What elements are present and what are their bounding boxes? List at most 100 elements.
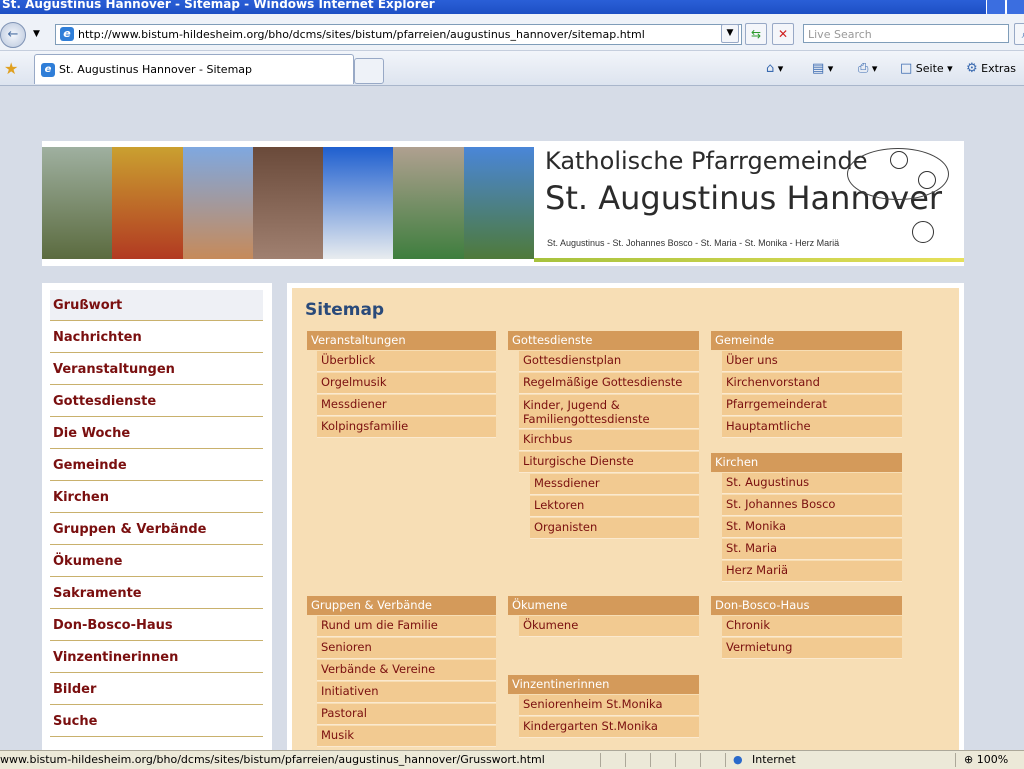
sidebar-item-grusswort[interactable]: Grußwort xyxy=(50,290,263,321)
sitemap-link[interactable]: Überblick xyxy=(317,351,496,372)
page-icon: □ xyxy=(900,61,913,76)
sitemap-link[interactable]: St. Monika xyxy=(722,517,902,538)
sitemap-link[interactable]: Ökumene xyxy=(519,616,699,637)
sitemap-link[interactable]: St. Augustinus xyxy=(722,473,902,494)
banner-photo xyxy=(393,147,464,259)
sitemap-link[interactable]: Messdiener xyxy=(317,395,496,416)
ie-tab-icon: e xyxy=(41,63,55,77)
banner-subtitle: St. Augustinus - St. Johannes Bosco - St… xyxy=(547,238,840,248)
banner-photo xyxy=(323,147,394,259)
sidebar-item-nachrichten[interactable]: Nachrichten xyxy=(50,322,263,353)
internet-zone-label: Internet xyxy=(752,753,796,766)
home-button[interactable]: ⌂ ▾ xyxy=(766,61,783,76)
sidebar-item-gottesdienste[interactable]: Gottesdienste xyxy=(50,386,263,417)
section-header-oekumene[interactable]: Ökumene xyxy=(508,596,699,615)
sitemap-link[interactable]: Musik xyxy=(317,726,496,747)
sidebar-item-veranstaltungen[interactable]: Veranstaltungen xyxy=(50,354,263,385)
sitemap-link[interactable]: Senioren xyxy=(317,638,496,659)
banner-photo xyxy=(42,147,113,259)
favorites-star-icon[interactable]: ★ xyxy=(4,59,18,78)
home-icon: ⌂ xyxy=(766,61,775,76)
search-button[interactable]: ⌕ xyxy=(1014,23,1024,45)
sitemap-link[interactable]: Messdiener xyxy=(530,474,699,495)
status-divider xyxy=(600,753,601,767)
sitemap-link[interactable]: Rund um die Familie xyxy=(317,616,496,637)
sitemap-link[interactable]: Kinder, Jugend & Familiengottesdienste xyxy=(519,395,699,429)
sitemap-link[interactable]: Kolpingsfamilie xyxy=(317,417,496,438)
window-title-bar: St. Augustinus Hannover - Sitemap - Wind… xyxy=(0,0,1024,14)
sitemap-link[interactable]: Pfarrgemeinderat xyxy=(722,395,902,416)
decorative-circle xyxy=(912,221,934,243)
section-header-gemeinde[interactable]: Gemeinde xyxy=(711,331,902,350)
sitemap-link[interactable]: Kirchenvorstand xyxy=(722,373,902,394)
address-url: http://www.bistum-hildesheim.org/bho/dcm… xyxy=(78,28,645,41)
sitemap-link[interactable]: Organisten xyxy=(530,518,699,539)
page-viewport: Katholische Pfarrgemeinde St. Augustinus… xyxy=(0,86,1024,750)
section-header-vinzentinerinnen[interactable]: Vinzentinerinnen xyxy=(508,675,699,694)
sidebar-item-gruppen[interactable]: Gruppen & Verbände xyxy=(50,514,263,545)
sidebar-item-kirchen[interactable]: Kirchen xyxy=(50,482,263,513)
minimize-button[interactable] xyxy=(986,0,1006,14)
sitemap-link[interactable]: Orgelmusik xyxy=(317,373,496,394)
sidebar-nav: Grußwort Nachrichten Veranstaltungen Got… xyxy=(42,283,272,750)
sitemap-link[interactable]: Verbände & Vereine xyxy=(317,660,496,681)
page-menu-label: Seite xyxy=(915,62,944,75)
section-header-don-bosco-haus[interactable]: Don-Bosco-Haus xyxy=(711,596,902,615)
sitemap-link[interactable]: Liturgische Dienste xyxy=(519,452,699,473)
address-dropdown-button[interactable]: ▼ xyxy=(721,24,739,43)
sitemap-link[interactable]: Lektoren xyxy=(530,496,699,517)
maximize-button[interactable] xyxy=(1006,0,1024,14)
sitemap-link[interactable]: Kindergarten St.Monika xyxy=(519,717,699,738)
address-toolbar: ← ▼ e http://www.bistum-hildesheim.org/bh… xyxy=(0,14,1024,51)
sitemap-link[interactable]: St. Maria xyxy=(722,539,902,560)
sitemap-link[interactable]: Gottesdienstplan xyxy=(519,351,699,372)
history-dropdown-icon[interactable]: ▼ xyxy=(33,29,40,39)
print-button[interactable]: ⎙ ▾ xyxy=(858,61,877,76)
tab-title: St. Augustinus Hannover - Sitemap xyxy=(59,63,253,76)
sidebar-item-don-bosco-haus[interactable]: Don-Bosco-Haus xyxy=(50,610,263,641)
status-divider xyxy=(725,753,726,767)
section-header-veranstaltungen[interactable]: Veranstaltungen xyxy=(307,331,496,350)
tools-menu-button[interactable]: ⚙ Extras xyxy=(966,61,1016,76)
status-divider xyxy=(700,753,701,767)
sitemap-link[interactable]: Vermietung xyxy=(722,638,902,659)
new-tab-button[interactable] xyxy=(354,58,384,84)
section-header-gottesdienste[interactable]: Gottesdienste xyxy=(508,331,699,350)
gear-icon: ⚙ xyxy=(966,61,978,76)
feeds-button[interactable]: ▤ ▾ xyxy=(812,61,833,76)
sidebar-item-die-woche[interactable]: Die Woche xyxy=(50,418,263,449)
tab-current[interactable]: e St. Augustinus Hannover - Sitemap xyxy=(34,54,354,84)
sitemap-link[interactable]: Herz Mariä xyxy=(722,561,902,582)
sitemap-link[interactable]: Kirchbus xyxy=(519,430,699,451)
status-divider xyxy=(650,753,651,767)
sitemap-link[interactable]: Pastoral xyxy=(317,704,496,725)
refresh-button[interactable]: ⇆ xyxy=(745,23,767,45)
page-title: Sitemap xyxy=(305,300,385,320)
sidebar-item-vinzentinerinnen[interactable]: Vinzentinerinnen xyxy=(50,642,263,673)
section-header-gruppen[interactable]: Gruppen & Verbände xyxy=(307,596,496,615)
sidebar-item-suche[interactable]: Suche xyxy=(50,706,263,737)
sitemap-link[interactable]: Initiativen xyxy=(317,682,496,703)
decorative-circle xyxy=(918,171,936,189)
banner-photo xyxy=(112,147,183,259)
back-button[interactable]: ← xyxy=(0,22,26,48)
decorative-circle xyxy=(890,151,908,169)
zoom-level[interactable]: ⊕ 100% xyxy=(964,751,1008,768)
sidebar-item-sakramente[interactable]: Sakramente xyxy=(50,578,263,609)
search-input[interactable]: Live Search xyxy=(803,24,1009,43)
sitemap-link[interactable]: Hauptamtliche xyxy=(722,417,902,438)
sitemap-link[interactable]: Chronik xyxy=(722,616,902,637)
sitemap-link[interactable]: Regelmäßige Gottesdienste xyxy=(519,373,699,394)
status-divider xyxy=(955,753,956,767)
sitemap-link[interactable]: Über uns xyxy=(722,351,902,372)
page-menu-button[interactable]: □ Seite ▾ xyxy=(900,61,953,76)
banner-photo xyxy=(463,147,534,259)
sidebar-item-oekumene[interactable]: Ökumene xyxy=(50,546,263,577)
address-field[interactable]: e http://www.bistum-hildesheim.org/bho/dc… xyxy=(55,24,742,45)
sidebar-item-gemeinde[interactable]: Gemeinde xyxy=(50,450,263,481)
sitemap-link[interactable]: Seniorenheim St.Monika xyxy=(519,695,699,716)
section-header-kirchen[interactable]: Kirchen xyxy=(711,453,902,472)
sidebar-item-bilder[interactable]: Bilder xyxy=(50,674,263,705)
sitemap-link[interactable]: St. Johannes Bosco xyxy=(722,495,902,516)
stop-button[interactable]: ✕ xyxy=(772,23,794,45)
